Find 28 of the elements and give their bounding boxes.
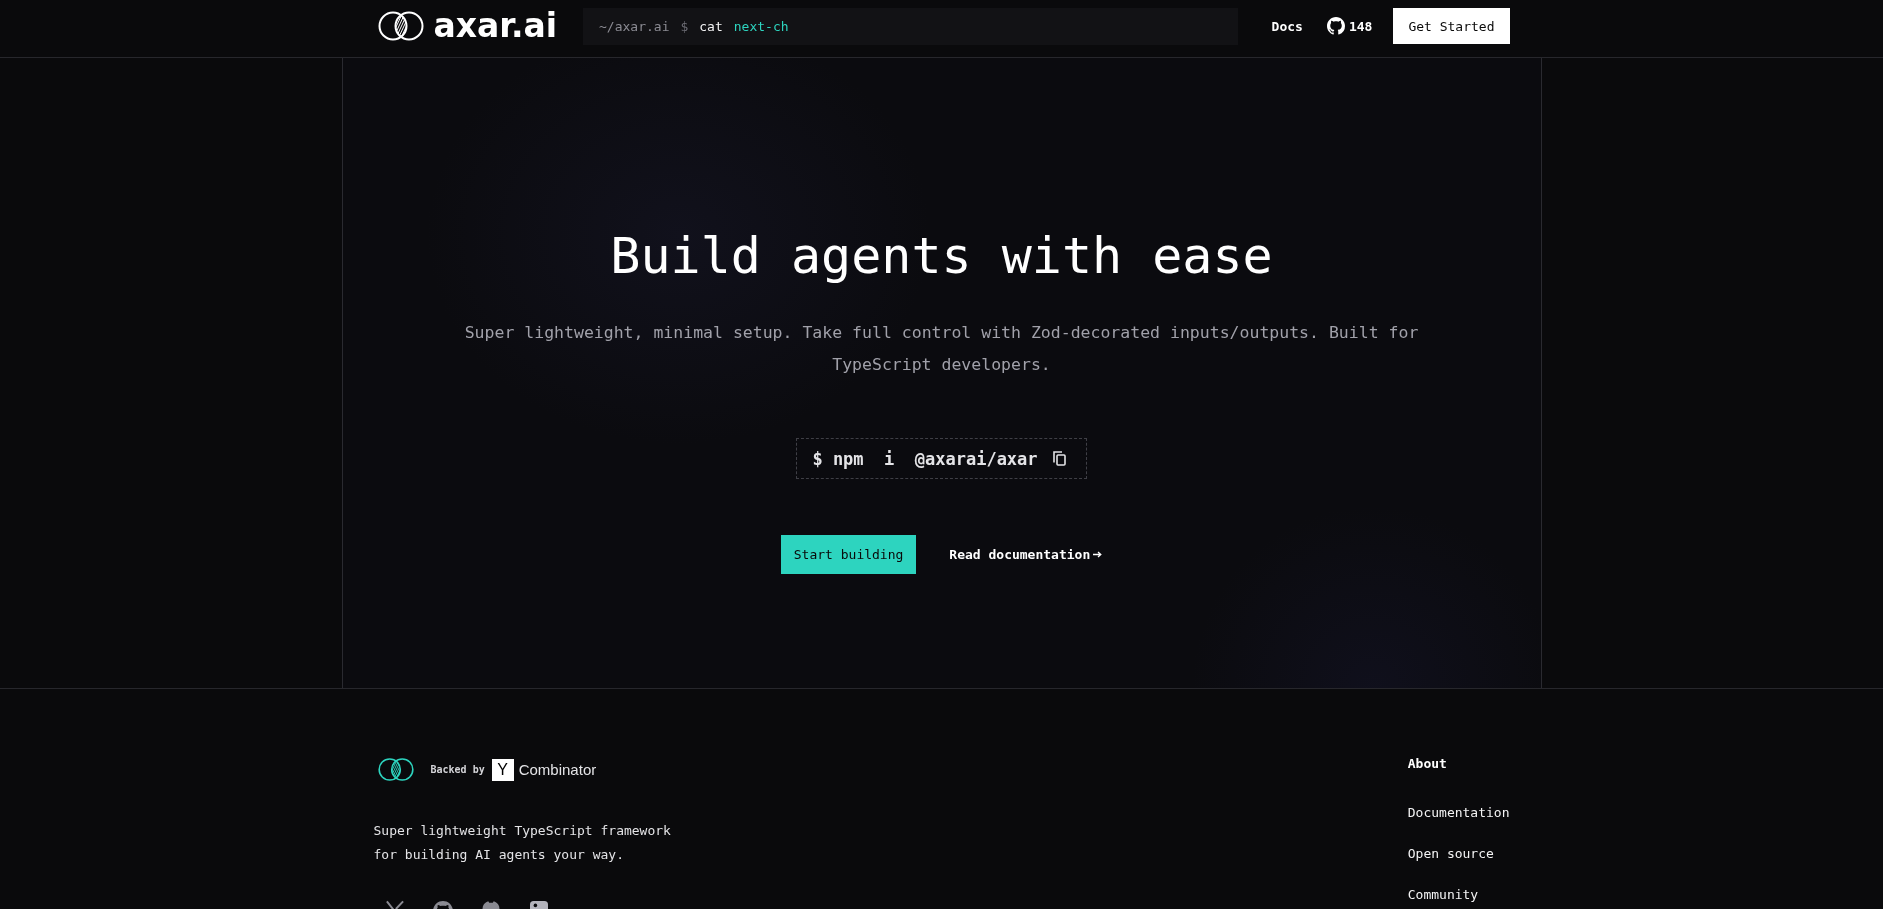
combinator-label: Combinator	[518, 761, 597, 778]
hero-title: Build agents with ease	[610, 226, 1273, 286]
documentation-link[interactable]: Read documentation	[949, 547, 1103, 562]
get-started-button[interactable]: Get Started	[1393, 8, 1510, 44]
github-icon	[1326, 17, 1345, 35]
logo-icon	[377, 11, 424, 41]
install-command: $ npm i @axarai/axar	[812, 448, 1038, 469]
command-text: cat	[699, 18, 723, 34]
docs-link[interactable]: Docs	[1271, 18, 1303, 34]
home-link[interactable]: axar.ai	[377, 8, 557, 44]
footer-link[interactable]: Community	[1407, 887, 1479, 903]
command-argument: next-ch	[733, 18, 789, 34]
prompt-sign: $	[680, 18, 689, 34]
copy-icon[interactable]	[1052, 451, 1066, 466]
app-tile-icon[interactable]	[527, 900, 550, 909]
github-stars-link[interactable]: 148	[1326, 17, 1373, 35]
footer-link[interactable]: Documentation	[1407, 805, 1510, 821]
prompt-path: ~/axar.ai	[599, 18, 670, 34]
logo-icon	[377, 757, 414, 782]
y-badge: Y	[491, 758, 514, 781]
hero-subtitle: Super lightweight, minimal setup. Take full control with Zod-decorated inputs/outputs. Built for TypeScript developers.	[463, 322, 1420, 376]
start-building-button[interactable]: Start building	[780, 535, 917, 574]
arrow-right-icon	[1093, 551, 1103, 558]
footer-description: Super lightweight TypeScript framework for building AI agents your way.	[373, 822, 672, 864]
github-icon[interactable]	[431, 900, 454, 909]
footer-link[interactable]: Open source	[1407, 846, 1494, 862]
backed-by-label: Backed by	[430, 764, 485, 775]
footer-heading: About	[1407, 756, 1447, 772]
